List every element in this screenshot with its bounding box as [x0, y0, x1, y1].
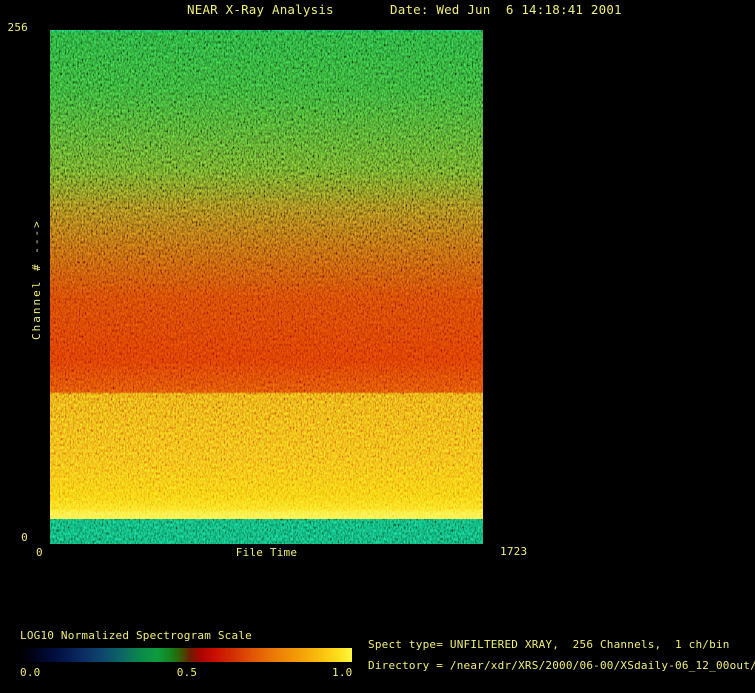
page-title: NEAR X-Ray Analysis	[187, 2, 334, 17]
y-axis-label: Channel # --->	[30, 219, 43, 341]
colorbar-title: LOG10 Normalized Spectrogram Scale	[20, 629, 252, 642]
spect-type-text: Spect type= UNFILTERED XRAY, 256 Channel…	[368, 638, 730, 651]
xray-analysis-window: NEAR X-Ray Analysis Date: Wed Jun 6 14:1…	[0, 0, 755, 693]
colorbar-tick-right: 1.0	[332, 666, 353, 679]
x-axis-label: File Time	[235, 546, 298, 559]
x-axis-min-tick: 0	[36, 546, 43, 559]
spectrogram-plot	[50, 30, 483, 544]
colorbar-tick-left: 0.0	[20, 666, 41, 679]
spectrogram-speckle-texture	[50, 30, 483, 519]
colorbar-gradient	[22, 648, 352, 662]
y-axis-min-tick: 0	[21, 531, 28, 544]
x-axis-max-tick: 1723	[500, 545, 528, 558]
date-label: Date: Wed Jun 6 14:18:41 2001	[390, 2, 622, 17]
directory-text: Directory = /near/xdr/XRS/2000/06-00/XSd…	[368, 659, 755, 672]
y-axis-max-tick: 256	[7, 21, 28, 34]
colorbar-tick-mid: 0.5	[176, 666, 198, 679]
